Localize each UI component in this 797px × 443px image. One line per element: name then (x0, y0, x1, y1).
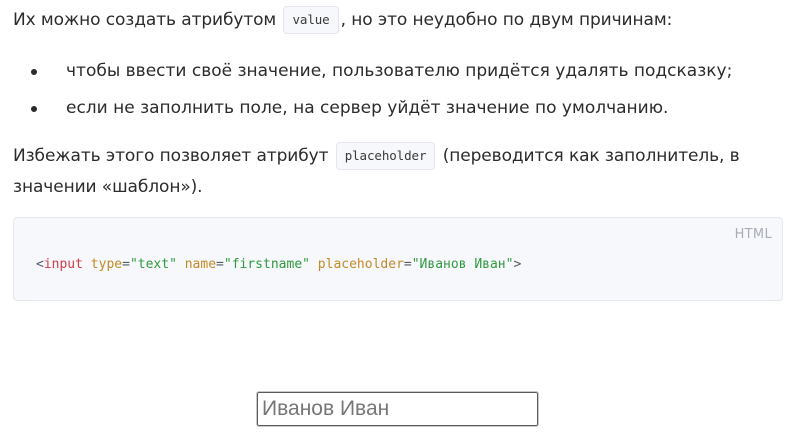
bullet-icon (31, 106, 37, 112)
code-token-attr-name: name (184, 257, 217, 272)
code-line: <input type="text" name="firstname" plac… (36, 257, 521, 272)
reasons-list: чтобы ввести своё значение, пользователю… (13, 53, 732, 127)
inline-code-value: value (283, 6, 339, 34)
code-token-attr-placeholder: placeholder (317, 257, 404, 272)
code-token-equals: = (403, 257, 412, 272)
code-token-close-bracket: > (513, 257, 522, 272)
demo-name-input[interactable] (256, 391, 539, 427)
intro-text-before: Их можно создать атрибутом (13, 10, 277, 30)
solution-paragraph: Избежать этого позволяет атрибут placeho… (13, 141, 783, 203)
intro-text-after: , но это неудобно по двум причинам: (340, 10, 673, 30)
code-token-attr-type: type (90, 257, 123, 272)
bullet-icon (31, 69, 37, 75)
code-token-equals: = (216, 257, 224, 272)
code-language-label: HTML (734, 227, 772, 242)
solution-text-before: Избежать этого позволяет атрибут (13, 146, 329, 166)
code-token-value-type: "text" (129, 257, 177, 272)
code-token-value-name: "firstname" (223, 257, 310, 272)
code-token-open-bracket: < (36, 257, 44, 272)
inline-code-placeholder: placeholder (335, 142, 436, 170)
intro-paragraph: Их можно создать атрибутом value, но это… (13, 5, 672, 36)
list-item-text: чтобы ввести своё значение, пользователю… (66, 61, 733, 81)
list-item-text: если не заполнить поле, на сервер уйдёт … (66, 98, 669, 118)
list-item: чтобы ввести своё значение, пользователю… (13, 53, 732, 90)
code-token-value-placeholder: "Иванов Иван" (411, 257, 514, 272)
code-token-equals: = (122, 257, 130, 272)
code-token-tag: input (43, 257, 83, 272)
list-item: если не заполнить поле, на сервер уйдёт … (13, 90, 732, 127)
code-block: HTML <input type="text" name="firstname"… (13, 217, 783, 301)
